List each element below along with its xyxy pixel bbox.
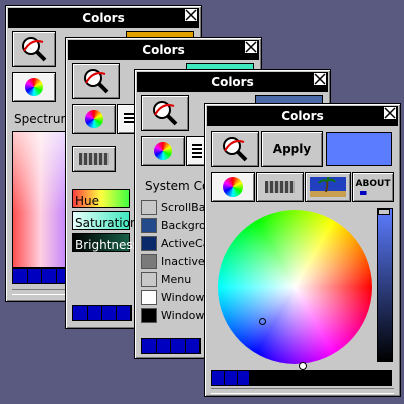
slider-label: Brightness [75,238,139,252]
list-item-label: Backgro [161,218,206,232]
list-item-label: ScrollBa [161,200,206,214]
color-wheel-icon [154,142,172,160]
beach-image-icon [310,177,346,197]
title-bar[interactable]: Colors [68,40,259,60]
current-color-swatch [326,132,392,166]
close-icon[interactable] [383,106,397,120]
image-tab[interactable] [305,172,351,202]
slider-label: Saturation [75,216,138,230]
color-wheel-icon [223,177,243,197]
magnifier-picker-icon [84,69,109,94]
recent-colors-strip[interactable] [72,305,132,321]
list-item-label: Inactive [161,254,205,268]
magnifier-picker-icon [153,101,178,126]
slider-thumb[interactable] [378,209,390,215]
list-item[interactable]: Backgro [141,216,206,234]
list-item-label: ActiveCa [161,236,210,250]
color-wheel-icon [85,110,103,128]
close-icon[interactable] [184,8,198,22]
magnifier-picker-icon [223,137,248,162]
brightness-slider[interactable]: Brightness [72,233,139,252]
color-wheel-tab[interactable] [72,104,116,134]
picker-button[interactable] [211,131,259,167]
color-swatch [141,307,157,323]
palette-tab[interactable] [256,172,304,202]
apply-label: Apply [272,142,312,156]
close-icon[interactable] [244,40,258,54]
window-title: Colors [281,109,324,123]
system-colors-list[interactable]: ScrollBa Backgro ActiveCa Inactive Menu … [141,198,209,323]
brightness-slider[interactable] [377,208,393,362]
window-title: Colors [82,11,125,25]
color-swatch [141,235,157,251]
title-bar[interactable]: Colors [207,106,398,126]
recent-colors-strip[interactable] [141,338,201,354]
color-swatch [141,253,157,269]
recent-colors-strip[interactable] [12,268,72,284]
color-wheel-icon [25,78,43,96]
list-item[interactable]: Window [141,306,204,324]
color-wheel[interactable] [218,210,372,364]
picker-button[interactable] [72,63,120,99]
list-item[interactable]: Menu [141,270,191,288]
wheel-grip-icon[interactable] [299,362,307,370]
picker-button[interactable] [12,31,56,67]
hue-slider[interactable]: Hue [72,189,130,208]
color-swatch [141,199,157,215]
color-swatch [141,271,157,287]
close-icon[interactable] [313,72,327,86]
spectrum-area[interactable] [12,131,69,268]
list-item-label: Window [161,308,205,322]
title-bar[interactable]: Colors [137,72,328,92]
color-wheel-tab[interactable] [12,72,56,102]
saturation-slider[interactable]: Saturation [72,211,138,230]
recent-colors-strip[interactable] [211,370,392,386]
list-item[interactable]: ActiveCa [141,234,209,252]
list-icon [192,144,202,158]
title-bar[interactable]: Colors [8,8,199,28]
color-wheel-cursor[interactable] [259,318,266,325]
resize-grip[interactable] [211,388,394,394]
apply-button[interactable]: Apply [261,131,323,167]
section-label: System Co [145,179,210,193]
colors-window-front: Colors Apply ABOUT [204,103,401,397]
list-item-label: Menu [161,272,192,286]
palette-tab[interactable] [72,146,116,172]
palette-icon [265,181,295,193]
picker-button[interactable] [141,95,189,131]
color-wheel-tab[interactable] [211,172,255,202]
color-wheel-tab[interactable] [141,136,185,166]
about-label: ABOUT [355,179,391,189]
slider-label: Hue [75,194,100,208]
list-item[interactable]: Inactive [141,252,205,270]
window-title: Colors [142,43,185,57]
list-item-label: Window [161,290,205,304]
color-swatch [141,217,157,233]
about-button[interactable]: ABOUT [352,172,394,202]
palette-icon [79,153,109,165]
mode-label: Spectrum [14,112,73,126]
list-item[interactable]: Window [141,288,204,306]
about-bar-icon [360,191,386,195]
list-item[interactable]: ScrollBa [141,198,205,216]
magnifier-picker-icon [22,37,47,62]
window-title: Colors [211,75,254,89]
color-swatch [141,289,157,305]
